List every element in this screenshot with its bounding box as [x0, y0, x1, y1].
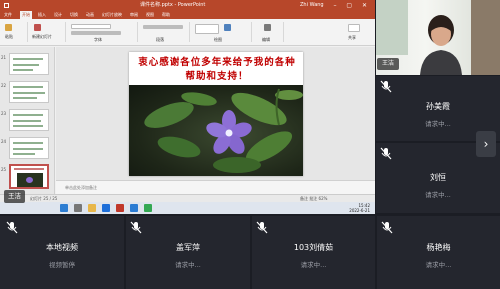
slide-number: 24: [1, 139, 7, 144]
slide-thumbnail-25[interactable]: [9, 164, 49, 189]
window-controls[interactable]: – ▢ ✕: [333, 0, 371, 11]
slide-number: 21: [1, 55, 7, 60]
new-slide-icon[interactable]: [34, 24, 41, 31]
participant-person-image: [420, 15, 462, 75]
tab-animations[interactable]: 动画: [86, 11, 94, 19]
mic-muted-icon: [6, 221, 18, 234]
chevron-right-icon: ›: [483, 137, 489, 151]
edge-icon[interactable]: [102, 204, 110, 212]
save-icon[interactable]: [4, 3, 9, 8]
participant-name: 103刘倩茹: [293, 243, 334, 252]
powerpoint-title: 课件名称.pptx - PowerPoint: [140, 2, 206, 8]
mic-muted-icon: [130, 221, 142, 234]
main-speaker-name: 王洁: [4, 190, 25, 203]
app-taskbar-icon[interactable]: [144, 204, 152, 212]
current-slide[interactable]: 衷心感谢各位多年来给予我的各种帮助和支持！: [129, 52, 303, 176]
drawing-label: 绘图: [214, 37, 222, 42]
file-explorer-icon[interactable]: [88, 204, 96, 212]
tab-design[interactable]: 设计: [54, 11, 62, 19]
tab-insert[interactable]: 插入: [38, 11, 46, 19]
mic-muted-icon: [381, 221, 393, 234]
slide-thumbnail-21[interactable]: [9, 53, 49, 75]
slide-number: 25: [1, 167, 7, 172]
slides-group: 新建幻灯片: [30, 22, 66, 42]
powerpoint-taskbar-icon[interactable]: [116, 204, 124, 212]
paragraph-group: 段落: [140, 22, 190, 42]
drawing-group: 绘图: [192, 22, 252, 42]
notes-placeholder: 单击此处添加备注: [65, 185, 97, 190]
participant-status: 视频暂停: [49, 261, 75, 269]
tab-slideshow[interactable]: 幻灯片放映: [102, 11, 122, 19]
paragraph-label: 段落: [156, 37, 164, 42]
participant-status: 请求中...: [300, 261, 327, 269]
windows-taskbar: 15:42 2022-6-21: [0, 202, 375, 214]
thumbnail-photo: [17, 173, 43, 187]
mic-muted-icon: [380, 80, 392, 93]
shapes-gallery[interactable]: [195, 24, 219, 34]
tab-home[interactable]: 开始: [20, 11, 32, 19]
new-slide-label: 新建幻灯片: [32, 34, 52, 39]
paste-icon[interactable]: [5, 24, 12, 31]
next-page-button[interactable]: ›: [476, 131, 496, 157]
search-icon[interactable]: [74, 204, 82, 212]
font-label: 字体: [94, 37, 102, 42]
mic-muted-icon: [256, 221, 268, 234]
flower-photo: [129, 85, 303, 176]
ribbon: 粘贴 新建幻灯片 字体 段落 绘图 编辑 共享: [0, 19, 375, 46]
arrange-icon[interactable]: [224, 24, 231, 31]
slide-thumbnails: 21 22 23 24 25: [0, 47, 55, 194]
participant-status: 请求中...: [425, 191, 451, 199]
word-taskbar-icon[interactable]: [130, 204, 138, 212]
font-format-icons[interactable]: [71, 31, 121, 35]
paragraph-icons[interactable]: [143, 25, 183, 29]
participant-name: 杨艳梅: [426, 243, 451, 252]
tab-help[interactable]: 帮助: [162, 11, 170, 19]
share-icon[interactable]: [348, 24, 360, 32]
tab-file[interactable]: 文件: [4, 11, 12, 19]
participant-status: 请求中...: [425, 261, 452, 269]
font-name-select[interactable]: [71, 24, 111, 29]
slide-thank-you-text: 衷心感谢各位多年来给予我的各种帮助和支持！: [138, 57, 296, 82]
powerpoint-titlebar: 课件名称.pptx - PowerPoint Zhi Wang – ▢ ✕: [0, 0, 375, 11]
tab-view[interactable]: 视图: [146, 11, 154, 19]
participant-status: 请求中...: [175, 261, 201, 269]
mic-muted-icon: [380, 147, 392, 160]
editing-label: 编辑: [262, 37, 270, 42]
slide-number: 23: [1, 111, 7, 116]
meeting-window: 课件名称.pptx - PowerPoint Zhi Wang – ▢ ✕ 文件…: [0, 0, 500, 289]
editing-group: 编辑: [254, 22, 284, 42]
participant-tile[interactable]: 盖军萍 请求中...: [126, 216, 250, 289]
participant-name: 盖军萍: [176, 243, 200, 252]
clipboard-group: 粘贴: [2, 22, 28, 42]
ribbon-tabs: 文件 开始 插入 设计 切换 动画 幻灯片放映 审阅 视图 帮助: [0, 11, 375, 19]
slide-thumbnail-24[interactable]: [9, 137, 49, 159]
notes-pane[interactable]: 单击此处添加备注: [56, 180, 375, 194]
share-group: 共享: [340, 22, 370, 42]
slide-thumbnail-22[interactable]: [9, 81, 49, 103]
slide-number: 22: [1, 83, 7, 88]
participant-tile[interactable]: 103刘倩茹 请求中...: [252, 216, 375, 289]
share-label: 共享: [348, 35, 356, 40]
tab-transitions[interactable]: 切换: [70, 11, 78, 19]
system-clock: 15:42 2022-6-21: [349, 203, 370, 213]
slide-thumbnail-23[interactable]: [9, 109, 49, 131]
powerpoint-statusbar: 幻灯片 25 / 25 备注 批注 62%: [0, 194, 375, 202]
font-group: 字体: [68, 22, 138, 42]
participant-tile-local[interactable]: 本地视频 视频暂停: [0, 216, 124, 289]
camera-speaker-name: 王洁: [377, 58, 399, 70]
participant-tile[interactable]: 杨艳梅 请求中...: [377, 216, 500, 289]
participant-name: 孙美霞: [426, 102, 450, 111]
paste-label: 粘贴: [5, 34, 13, 39]
slide-editor: 衷心感谢各位多年来给予我的各种帮助和支持！: [56, 47, 375, 194]
shared-screen: 课件名称.pptx - PowerPoint Zhi Wang – ▢ ✕ 文件…: [0, 0, 375, 214]
participant-name: 刘恒: [430, 173, 446, 182]
start-icon[interactable]: [60, 204, 68, 212]
participant-name: 本地视频: [46, 243, 78, 252]
tab-review[interactable]: 审阅: [130, 11, 138, 19]
participant-status: 请求中...: [425, 120, 451, 128]
powerpoint-user: Zhi Wang: [300, 2, 324, 8]
find-icon[interactable]: [264, 24, 271, 31]
